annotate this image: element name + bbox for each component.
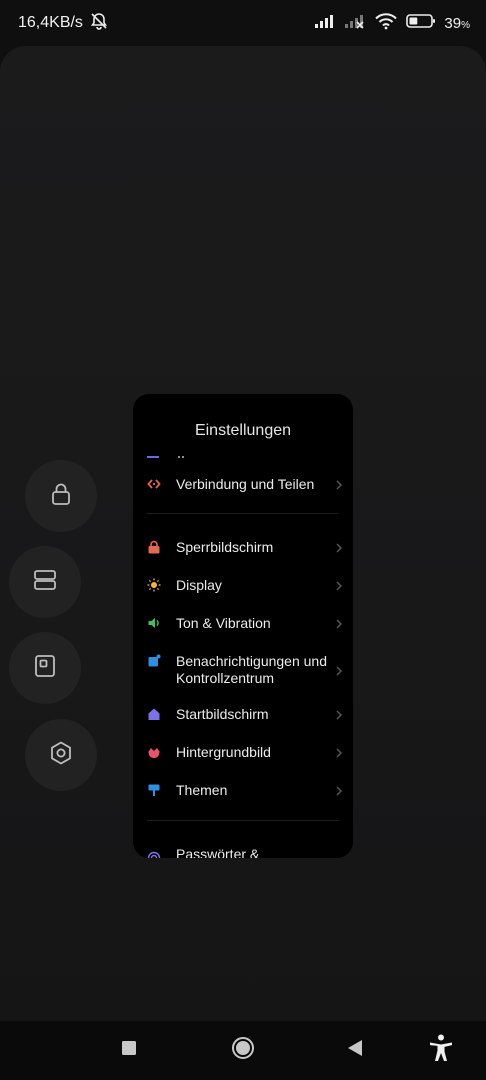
home-circle-icon: [231, 1036, 255, 1065]
passwords-icon: [147, 851, 161, 858]
settings-item-label: Benachrichtigungen und Kontrollzentrum: [176, 653, 328, 686]
chevron-right-icon: [335, 784, 343, 796]
themes-icon: [147, 783, 161, 797]
floating-window-button[interactable]: [9, 632, 81, 704]
settings-item-passwords[interactable]: Passwörter &: [133, 844, 353, 858]
chevron-right-icon: [335, 617, 343, 629]
settings-item-label: Passwörter &: [176, 845, 260, 859]
battery-percent: 39%: [444, 14, 470, 32]
chevron-right-icon: [335, 746, 343, 758]
settings-window[interactable]: Einstellungen Verbindung und Teilen Sper…: [133, 394, 353, 858]
back-button[interactable]: [327, 1021, 383, 1080]
settings-item-label: Verbindung und Teilen: [176, 475, 315, 492]
recents-button[interactable]: [101, 1021, 157, 1080]
chevron-right-icon: [335, 541, 343, 553]
notifications-icon: [147, 654, 161, 668]
settings-item-label: Startbildschirm: [176, 705, 269, 722]
display-sun-icon: [147, 578, 161, 592]
net-speed: 16,4KB/s: [18, 14, 83, 31]
accessibility-button[interactable]: [413, 1021, 469, 1080]
app-info-button[interactable]: [25, 719, 97, 791]
settings-item-label: Hintergrundbild: [176, 743, 271, 760]
back-triangle-icon: [347, 1039, 363, 1062]
status-bar: 16,4KB/s 39%: [0, 0, 486, 46]
settings-item-themes[interactable]: Themen: [133, 780, 353, 800]
lock-icon: [48, 481, 74, 512]
battery-icon: [406, 13, 436, 34]
accessibility-icon: [428, 1034, 454, 1067]
window-title: Einstellungen: [194, 422, 292, 439]
split-screen-button[interactable]: [9, 546, 81, 618]
settings-item-display[interactable]: Display: [133, 575, 353, 595]
settings-item-notifications[interactable]: Benachrichtigungen und Kontrollzentrum: [133, 651, 353, 689]
chevron-right-icon: [335, 478, 343, 490]
wallpaper-icon: [147, 745, 161, 759]
signal-icon: [314, 13, 336, 34]
recents-square-icon: [121, 1040, 137, 1061]
screen: 16,4KB/s 39% Einstellungen Verbindung un…: [0, 0, 486, 1080]
connection-share-icon: [147, 477, 161, 491]
settings-item-sound[interactable]: Ton & Vibration: [133, 613, 353, 633]
navigation-bar: [0, 1021, 486, 1080]
notifications-off-icon: [89, 11, 109, 36]
chevron-right-icon: [335, 708, 343, 720]
settings-item-wallpaper[interactable]: Hintergrundbild: [133, 742, 353, 762]
settings-item-label: Sperrbildschirm: [176, 538, 274, 555]
settings-hex-icon: [48, 740, 74, 771]
status-right: 39%: [314, 12, 470, 35]
clipped-row-peek: [147, 446, 187, 458]
chevron-right-icon: [335, 579, 343, 591]
divider: [147, 820, 339, 821]
divider: [147, 513, 339, 514]
signal-noservice-icon: [344, 13, 366, 34]
wifi-icon: [374, 12, 398, 35]
sound-icon: [147, 616, 161, 630]
lock-screen-icon: [147, 540, 161, 554]
lock-app-button[interactable]: [25, 460, 97, 532]
split-screen-icon: [32, 567, 58, 598]
settings-item-home-screen[interactable]: Startbildschirm: [133, 704, 353, 724]
home-button[interactable]: [215, 1021, 271, 1080]
settings-item-label: Themen: [176, 781, 228, 798]
status-left: 16,4KB/s: [18, 11, 109, 36]
chevron-right-icon: [335, 664, 343, 676]
settings-item-connection[interactable]: Verbindung und Teilen: [133, 474, 353, 494]
settings-item-label: Display: [176, 576, 222, 593]
settings-item-label: Ton & Vibration: [176, 614, 271, 631]
floating-window-icon: [32, 653, 58, 684]
settings-item-lock-screen[interactable]: Sperrbildschirm: [133, 537, 353, 557]
home-icon: [147, 707, 161, 721]
